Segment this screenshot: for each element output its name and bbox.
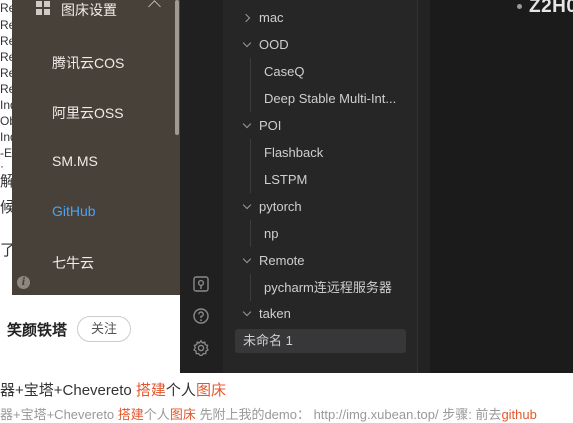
image-host-settings-title: 图床设置	[61, 2, 117, 18]
picgo-item-tencent-cos[interactable]: 腾讯云COS	[52, 53, 124, 73]
activity-bar	[180, 0, 223, 373]
tree-note-deep-stable[interactable]: Deep Stable Multi-Int...	[264, 86, 396, 112]
editor-window: Z2H0	[180, 0, 573, 373]
info-icon[interactable]: i	[17, 276, 30, 289]
author-row: 笑颜铁塔 关注	[7, 316, 132, 342]
location-pin-icon[interactable]	[192, 275, 210, 293]
picgo-item-smms[interactable]: SM.MS	[52, 153, 98, 169]
help-icon[interactable]	[192, 307, 210, 325]
image-host-settings-header[interactable]: 图床设置	[12, 0, 180, 20]
settings-gear-icon[interactable]	[192, 339, 210, 357]
author-name[interactable]: 笑颜铁塔	[7, 319, 67, 340]
tree-note-untitled[interactable]: 未命名 1	[243, 328, 293, 354]
picgo-panel: 图床设置 腾讯云COS 阿里云OSS SM.MS GitHub 七牛云 i	[12, 0, 180, 295]
note-heading: Z2H0	[529, 0, 573, 17]
grid-icon	[36, 1, 50, 15]
article-description: 器+宝塔+Chevereto 搭建个人图床 先附上我的demo： http://…	[0, 407, 537, 422]
bullet-dot	[517, 4, 522, 9]
article-title[interactable]: 器+宝塔+Chevereto 搭建个人图床	[0, 379, 226, 400]
panel-gutter	[418, 0, 430, 373]
tree-note-caseq[interactable]: CaseQ	[264, 59, 304, 85]
chevron-up-icon[interactable]	[148, 0, 161, 13]
tree-note-np[interactable]: np	[264, 221, 278, 247]
tree-note-lstpm[interactable]: LSTPM	[264, 167, 307, 193]
tree-note-flashback[interactable]: Flashback	[264, 140, 323, 166]
follow-button[interactable]: 关注	[77, 316, 132, 342]
note-content-area[interactable]: Z2H0	[430, 0, 573, 373]
picgo-item-aliyun-oss[interactable]: 阿里云OSS	[52, 103, 124, 123]
picgo-scrollbar[interactable]	[175, 0, 179, 135]
tree-note-pycharm-remote[interactable]: pycharm连远程服务器	[264, 275, 392, 301]
tree-indent-guide	[250, 274, 251, 301]
file-tree-sidebar	[223, 0, 417, 373]
tree-indent-guide	[250, 139, 251, 193]
tree-indent-guide	[250, 220, 251, 247]
tree-indent-guide	[250, 58, 251, 112]
picgo-item-github[interactable]: GitHub	[52, 203, 96, 219]
picgo-item-qiniu[interactable]: 七牛云	[52, 253, 94, 273]
